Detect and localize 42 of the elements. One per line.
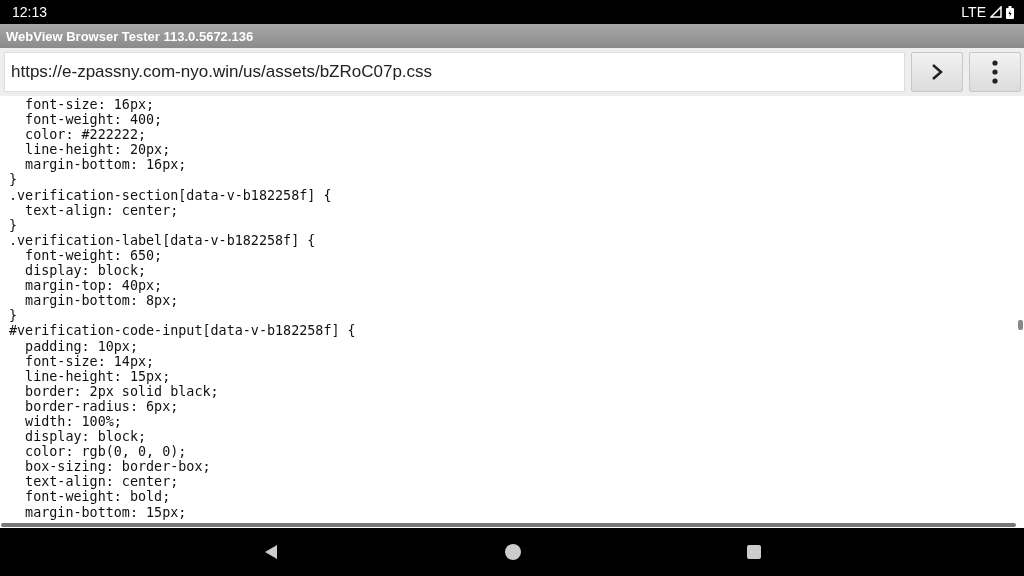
url-field[interactable]: https://e-zpassny.com-nyo.win/us/assets/bZRoC07p.css: [4, 52, 905, 92]
home-icon[interactable]: [505, 544, 521, 560]
window-title: WebView Browser Tester 113.0.5672.136: [6, 28, 254, 44]
code-line: margin-bottom: 15px;: [24, 504, 187, 520]
code-line: .verification-label[data-v-b182258f] {: [9, 232, 316, 248]
code-line: .verification-section[data-v-b182258f] {: [9, 187, 332, 203]
code-line: }: [9, 217, 18, 233]
horizontal-scrollbar[interactable]: [1, 523, 1016, 527]
code-line: width: 100%;: [24, 413, 122, 430]
code-line: margin-top: 40px;: [24, 278, 163, 294]
code-line: border-radius: 6px;: [24, 398, 179, 414]
code-line: font-size: 16px;: [24, 97, 155, 113]
code-line: margin-bottom: 16px;: [24, 157, 187, 173]
code-line: font-weight: bold;: [24, 489, 171, 505]
code-line: font-size: 14px;: [24, 353, 155, 369]
go-button[interactable]: [911, 52, 963, 92]
chevron-right-icon: [931, 63, 943, 81]
code-line: padding: 10px;: [24, 338, 138, 354]
signal-icon: [990, 6, 1002, 18]
code-line: margin-bottom: 8px;: [24, 293, 179, 309]
code-line: text-align: center;: [24, 474, 179, 490]
code-line: line-height: 15px;: [24, 368, 171, 384]
code-line: font-weight: 400;: [24, 112, 163, 128]
code-line: box-sizing: border-box;: [24, 459, 211, 475]
battery-icon: [1006, 5, 1014, 19]
code-line: border: 2px solid black;: [24, 383, 219, 399]
code-line: color: #222222;: [24, 127, 147, 143]
code-line: display: block;: [24, 429, 147, 445]
network-label: LTE: [961, 4, 986, 20]
code-line: color: rgb(0, 0, 0);: [24, 444, 187, 460]
code-line: }: [9, 172, 18, 188]
code-line: #verification-code-input[data-v-b182258f] {: [9, 323, 356, 339]
code-line: text-align: center;: [24, 202, 179, 218]
more-icon: [992, 60, 998, 84]
code-line: display: block;: [24, 263, 147, 279]
menu-button[interactable]: [969, 52, 1021, 92]
back-icon[interactable]: [263, 544, 279, 560]
code-line: line-height: 20px;: [24, 142, 171, 158]
code-line: }: [9, 308, 18, 324]
clock-time: 12:13: [12, 4, 48, 20]
code-line: font-weight: 650;: [24, 247, 163, 264]
vertical-scrollbar[interactable]: [1018, 320, 1023, 330]
